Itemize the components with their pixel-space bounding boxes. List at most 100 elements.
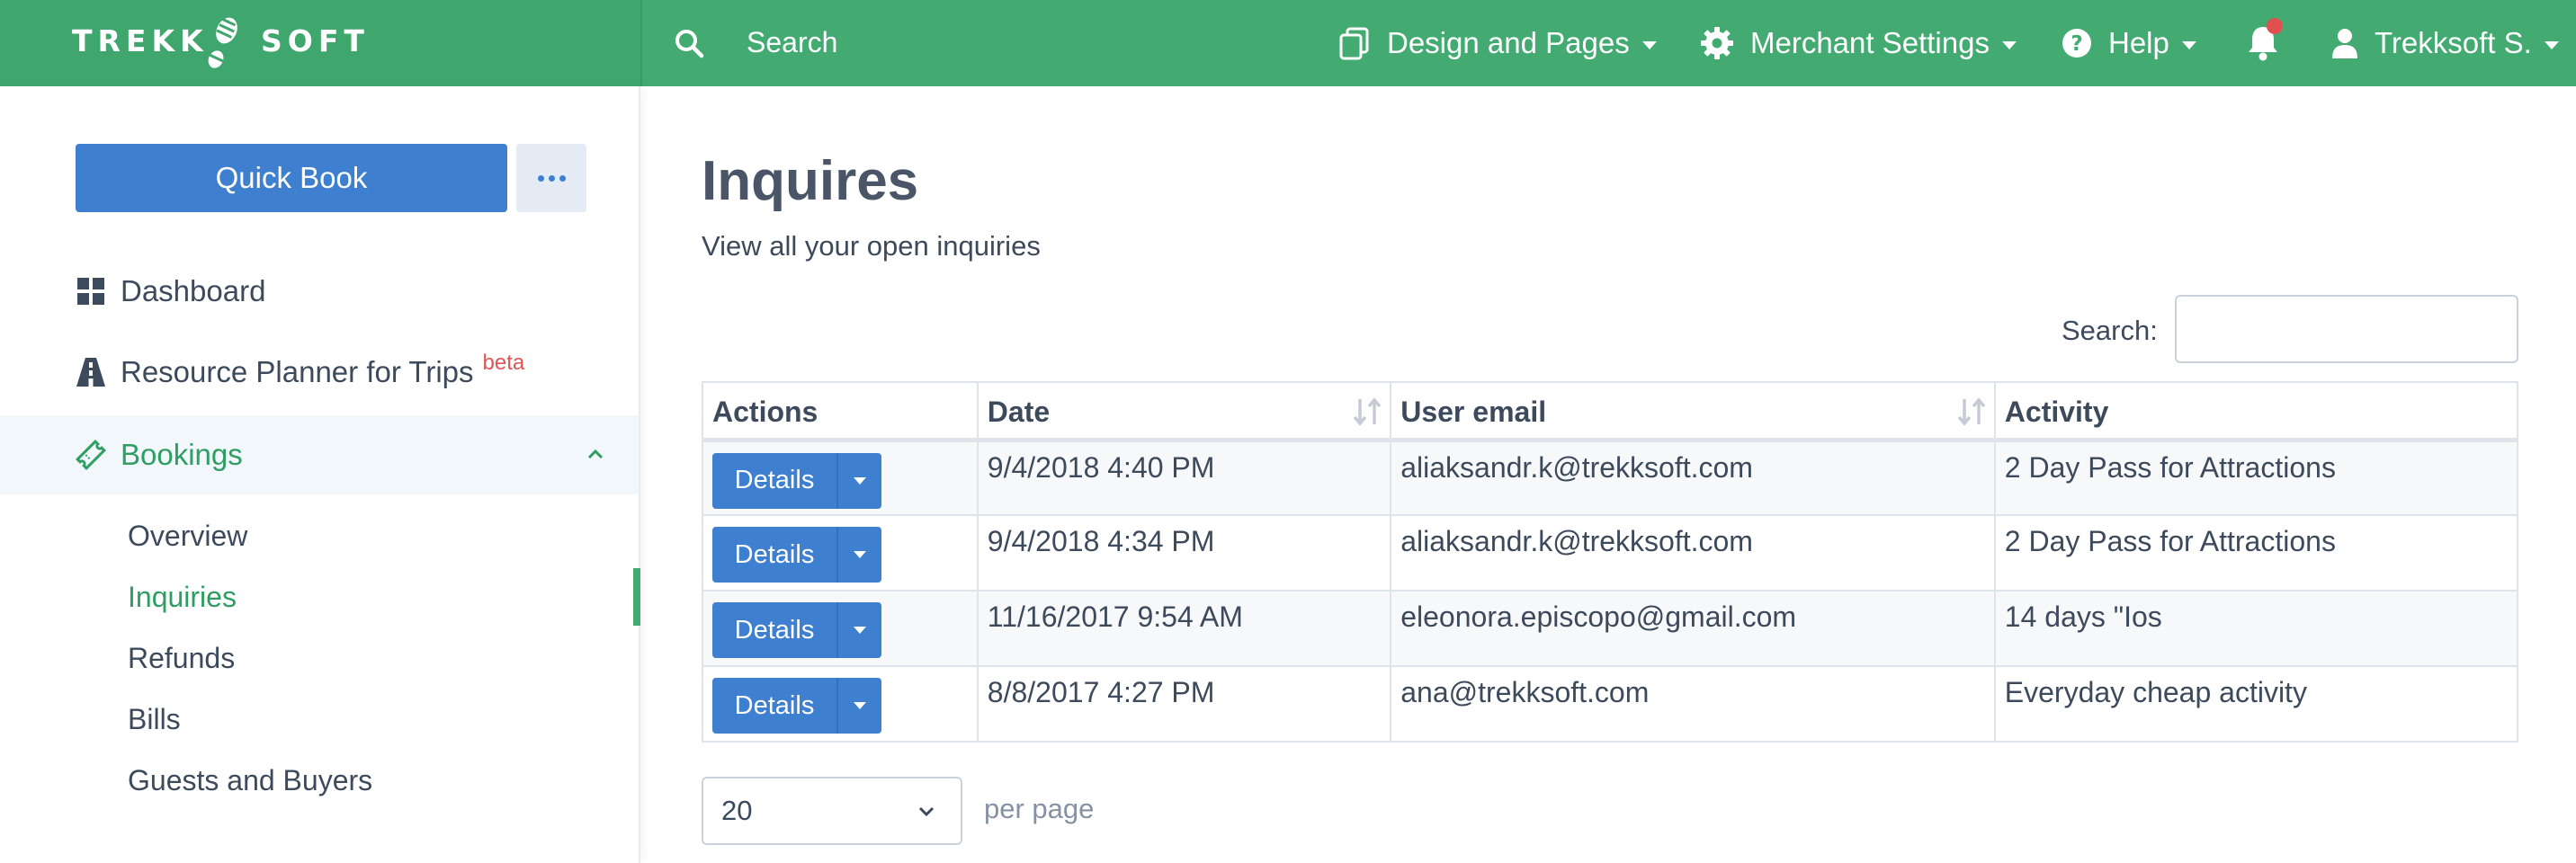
quick-book-button[interactable]: Quick Book <box>76 144 507 212</box>
chevron-down-icon <box>2181 40 2196 49</box>
sidebar-item-label: Resource Planner for Trips beta <box>121 351 524 389</box>
table-header-row: Actions Date User email Activity <box>702 381 2519 442</box>
ticket-icon <box>76 440 106 470</box>
top-bar: TREKK SOFT Search Design and Pages Merch… <box>0 0 2576 86</box>
sidebar-subitem-refunds[interactable]: Refunds <box>128 642 235 675</box>
column-header-label: Actions <box>712 396 818 428</box>
table-row: Details 8/8/2017 4:27 PM ana@trekksoft.c… <box>702 665 2519 743</box>
details-button[interactable]: Details <box>712 678 881 734</box>
table-search-input[interactable] <box>2175 295 2518 363</box>
per-page-select[interactable]: 20 <box>702 777 962 845</box>
inquiries-table: Actions Date User email Activity Details <box>702 381 2519 743</box>
column-header-label: Activity <box>2004 396 2109 428</box>
page-title: Inquires <box>702 150 919 212</box>
column-header-activity: Activity <box>1993 381 2519 442</box>
sidebar-item-label: Dashboard <box>121 274 266 307</box>
column-header-label: Date <box>987 396 1051 428</box>
details-dropdown-toggle[interactable] <box>838 551 881 558</box>
column-header-user-email[interactable]: User email <box>1390 381 1996 442</box>
chevron-down-icon <box>2544 40 2559 49</box>
page-subtitle: View all your open inquiries <box>702 230 1041 262</box>
table-row: Details 11/16/2017 9:54 AM eleonora.epis… <box>702 590 2519 667</box>
date-cell: 9/4/2018 4:34 PM <box>976 514 1392 592</box>
help-icon: ? <box>2062 29 2091 58</box>
ellipsis-icon <box>537 174 566 182</box>
actions-cell: Details <box>702 590 979 667</box>
sort-icon[interactable] <box>1956 396 1987 428</box>
caret-down-icon <box>854 551 866 558</box>
details-dropdown-toggle[interactable] <box>838 476 881 485</box>
sidebar-item-dashboard[interactable]: Dashboard <box>0 252 639 331</box>
design-and-pages-menu[interactable]: Design and Pages <box>1338 25 1657 61</box>
chevron-down-icon <box>1641 40 1657 49</box>
merchant-settings-label: Merchant Settings <box>1750 26 1990 59</box>
svg-text:?: ? <box>2071 32 2082 56</box>
sidebar-subitem-guests-and-buyers[interactable]: Guests and Buyers <box>128 764 372 797</box>
notification-badge <box>2267 18 2283 34</box>
actions-cell: Details <box>702 514 979 592</box>
user-name: Trekksoft S. <box>2375 26 2532 59</box>
pages-icon <box>1339 27 1369 60</box>
table-row: Details 9/4/2018 4:34 PM aliaksandr.k@tr… <box>702 514 2519 592</box>
details-button[interactable]: Details <box>712 452 881 509</box>
email-cell: aliaksandr.k@trekksoft.com <box>1390 439 1996 516</box>
per-page-label: per page <box>984 793 1095 824</box>
email-cell: ana@trekksoft.com <box>1390 665 1996 743</box>
email-cell: aliaksandr.k@trekksoft.com <box>1390 514 1996 592</box>
email-cell: eleonora.episcopo@gmail.com <box>1390 590 1996 667</box>
brand-logo[interactable]: TREKK SOFT <box>0 0 640 86</box>
details-dropdown-toggle[interactable] <box>838 702 881 709</box>
top-divider <box>640 0 642 86</box>
beta-badge: beta <box>482 351 525 375</box>
per-page-value: 20 <box>721 795 753 826</box>
column-header-date[interactable]: Date <box>976 381 1392 442</box>
user-menu[interactable]: Trekksoft S. <box>2331 25 2559 61</box>
resource-planner-label: Resource Planner for Trips <box>121 355 474 388</box>
sidebar-item-bookings[interactable]: Bookings <box>0 415 639 494</box>
actions-cell: Details <box>702 439 979 516</box>
column-header-label: User email <box>1400 396 1547 428</box>
sidebar-item-label: Bookings <box>121 438 243 471</box>
details-label: Details <box>734 615 815 645</box>
activity-cell: 2 Day Pass for Attractions <box>1993 514 2519 592</box>
design-and-pages-label: Design and Pages <box>1387 26 1630 59</box>
sidebar-item-resource-planner[interactable]: Resource Planner for Trips beta <box>0 333 639 412</box>
date-cell: 8/8/2017 4:27 PM <box>976 665 1392 743</box>
caret-down-icon <box>854 702 866 709</box>
details-button[interactable]: Details <box>712 602 881 658</box>
brand-text-right: SOFT <box>261 23 370 58</box>
activity-cell: 2 Day Pass for Attractions <box>1993 439 2519 516</box>
activity-cell: 14 days "Ios <box>1993 590 2519 667</box>
global-search-input[interactable]: Search <box>747 26 837 59</box>
activity-cell: Everyday cheap activity <box>1993 665 2519 743</box>
caret-down-icon <box>854 476 866 485</box>
details-label: Details <box>734 539 815 569</box>
more-options-button[interactable] <box>516 144 586 212</box>
help-label: Help <box>2108 26 2169 59</box>
sort-icon[interactable] <box>1352 396 1382 428</box>
details-button[interactable]: Details <box>712 527 881 583</box>
chevron-up-icon[interactable] <box>586 448 604 460</box>
details-label: Details <box>734 466 815 494</box>
chevron-down-icon <box>918 806 935 817</box>
table-row: Details 9/4/2018 4:40 PM aliaksandr.k@tr… <box>702 439 2519 516</box>
help-menu[interactable]: ? Help <box>2062 25 2196 61</box>
sidebar-subitem-overview[interactable]: Overview <box>128 520 247 553</box>
date-cell: 11/16/2017 9:54 AM <box>976 590 1392 667</box>
column-header-actions: Actions <box>702 381 979 442</box>
caret-down-icon <box>854 627 866 634</box>
brand-text-left: TREKK <box>72 23 209 58</box>
date-cell: 9/4/2018 4:40 PM <box>976 439 1392 516</box>
road-icon <box>76 358 105 387</box>
boot-print-icon <box>208 17 237 68</box>
dashboard-icon <box>77 278 104 305</box>
actions-cell: Details <box>702 665 979 743</box>
merchant-settings-menu[interactable]: Merchant Settings <box>1700 25 2017 61</box>
details-dropdown-toggle[interactable] <box>838 627 881 634</box>
sidebar-subitem-bills[interactable]: Bills <box>128 703 181 736</box>
chevron-down-icon <box>2001 40 2017 49</box>
search-icon[interactable] <box>673 27 705 59</box>
table-search-label: Search: <box>2062 315 2158 346</box>
sidebar-subitem-inquiries[interactable]: Inquiries <box>128 581 237 614</box>
details-label: Details <box>734 690 815 720</box>
